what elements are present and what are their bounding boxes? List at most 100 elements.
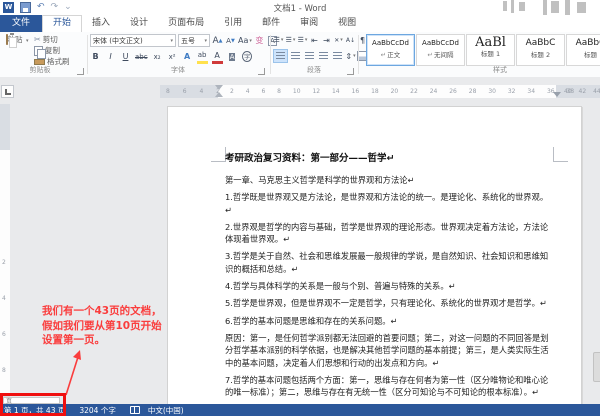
tab-home[interactable]: 开始 [42,15,82,32]
style-normal[interactable]: AaBbCcDd ↵正文 [366,34,415,66]
cut-label: 剪切 [43,34,58,45]
annotation-arrow [55,347,89,397]
style-heading1[interactable]: AaBl 标题 1 [466,34,515,66]
style-heading[interactable]: AaBbC 标题 [566,34,600,66]
document-page[interactable]: 考研政治复习资料：第一部分——哲学↵ 第一章、马克思主义哲学是科学的世界观和方法… [167,106,582,406]
vruler-number: 6 [2,331,6,338]
status-bar: 第 1 页，共 43 页 3204 个字 中文(中国) [0,404,600,416]
language-indicator[interactable]: 中文(中国) [148,405,184,416]
phonetic-guide-button[interactable]: 变 [254,35,265,47]
doc-paragraph[interactable]: 3.哲学是关于自然、社会和思维发展最一般规律的学说，是自然知识、社会知识和思维知… [225,250,549,275]
distribute-button[interactable] [331,50,344,62]
tab-design[interactable]: 设计 [120,15,158,32]
grow-font-button[interactable]: A▲ [212,35,223,47]
enclose-characters-button[interactable]: 字 [242,51,253,63]
ruler-left-numbers: 8 6 4 2 [166,88,220,95]
multilevel-list-button[interactable]: ☰▾ [297,34,308,46]
first-line-indent-marker[interactable] [215,85,223,90]
tab-review[interactable]: 审阅 [290,15,328,32]
font-dialog-launcher[interactable] [258,68,265,75]
style-sample: AaBbC [567,35,600,51]
right-indent-marker[interactable] [553,92,561,97]
italic-button[interactable]: I [105,51,116,63]
ribbon: 粘贴 ▾ ✂ 剪切 复制 格式刷 剪贴板 宋体 (中文正文) ▾ [0,32,600,78]
sort-button[interactable]: A↓ [345,34,356,46]
doc-paragraph[interactable]: 6.哲学的基本问题是思维和存在的关系问题。↵ [225,315,549,327]
justify-icon [319,52,328,60]
horizontal-ruler: 8 6 4 2 2 4 6 8 10 12 14 16 18 20 22 24 … [160,85,600,98]
doc-paragraph[interactable]: 原因：第一，是任何哲学派别都无法回避的首要问题；第二，对这一问题的不同回答是划分… [225,332,549,369]
style-sample: AaBbC [517,35,564,51]
vertical-ruler: 2 4 6 8 [0,104,10,404]
increase-indent-button[interactable]: ⇥ [321,34,332,46]
title-bar: W ↶ ↷ ⌄ 文档1 - Word [0,0,600,15]
document-area: 8 6 4 2 2 4 6 8 10 12 14 16 18 20 22 24 … [0,77,600,404]
tab-references[interactable]: 引用 [214,15,252,32]
font-name-chevron-down-icon: ▾ [170,38,173,44]
align-left-button[interactable] [273,49,288,63]
asian-layout-button[interactable]: ✕▾ [333,34,344,46]
numbering-button[interactable]: ☰▾ [285,34,296,46]
format-painter-icon [34,59,45,65]
scrollbar-thumb[interactable] [593,352,600,382]
annotation-line: 设置第一页。 [42,333,187,348]
doc-paragraph[interactable]: 7.哲学的基本问题包括两个方面：第一，思维与存在何者为第一性（区分唯物论和唯心论… [225,374,549,399]
bullets-button[interactable]: ☰▾ [273,34,284,46]
align-right-icon [305,52,314,60]
subscript-button[interactable]: x₂ [152,51,163,63]
doc-paragraph[interactable]: 2.世界观是哲学的内容与基础，哲学是世界观的理论形态。世界观决定着方法论，方法论… [225,221,549,246]
copy-icon [34,46,43,56]
paragraph-dialog-launcher[interactable] [347,68,354,75]
line-spacing-button[interactable]: ⇕▾ [345,50,356,62]
font-color-button[interactable]: A [212,49,223,64]
tab-mailings[interactable]: 邮件 [252,15,290,32]
paste-chevron-down-icon: ▾ [26,38,29,44]
align-center-button[interactable] [289,50,302,62]
highlight-color-button[interactable]: ab [197,49,208,64]
proofing-book-icon[interactable] [130,406,140,414]
paste-button[interactable]: 粘贴 ▾ [3,34,31,45]
change-case-button[interactable]: Aa▾ [238,35,252,47]
doc-heading[interactable]: 考研政治复习资料：第一部分——哲学↵ [225,152,549,165]
word-window: W ↶ ↷ ⌄ 文档1 - Word 文件 开始 插入 设计 页面布局 引用 邮… [0,0,600,416]
ruler-right-numbers: 40 42 44 [564,88,600,95]
tab-selector-button[interactable] [1,85,14,98]
font-name-value: 宋体 (中文正文) [93,36,143,46]
red-highlight-box [0,393,66,416]
font-name-combo[interactable]: 宋体 (中文正文) ▾ [90,34,176,47]
underline-button[interactable]: U [120,51,131,63]
tab-file[interactable]: 文件 [0,15,42,32]
ruler-main-numbers: 2 4 6 8 10 12 14 16 18 20 22 24 26 28 30… [230,88,574,95]
superscript-button[interactable]: x² [167,51,178,63]
text-effects-button[interactable]: A [182,51,193,63]
character-shading-button[interactable]: A [227,51,238,63]
tab-insert[interactable]: 插入 [82,15,120,32]
word-count[interactable]: 3204 个字 [79,405,115,416]
annotation-line: 我们有一个43页的文档， [42,304,187,319]
doc-paragraph[interactable]: 第一章、马克思主义哲学是科学的世界观和方法论↵ [225,174,549,186]
decrease-indent-button[interactable]: ⇤ [309,34,320,46]
style-no-spacing[interactable]: AaBbCcDd ↵无间隔 [416,34,465,66]
copy-button[interactable]: 复制 [34,45,70,56]
align-right-button[interactable] [303,50,316,62]
font-size-combo[interactable]: 五号 ▾ [178,34,210,47]
tab-page-layout[interactable]: 页面布局 [158,15,214,32]
annotation-line: 假如我们要从第10页开始 [42,319,187,334]
shrink-font-button[interactable]: A▼ [225,35,236,47]
doc-paragraph[interactable]: 4.哲学与具体科学的关系是一般与个别、普遍与特殊的关系。↵ [225,280,549,292]
justify-button[interactable] [317,50,330,62]
font-size-chevron-down-icon: ▾ [204,38,207,44]
style-heading2[interactable]: AaBbC 标题 2 [516,34,565,66]
hanging-indent-marker[interactable] [215,92,223,97]
strikethrough-button[interactable]: abc [135,51,148,63]
paste-clipboard-icon [6,34,8,45]
annotation-note: 我们有一个43页的文档， 假如我们要从第10页开始 设置第一页。 [42,304,187,348]
copy-label: 复制 [45,45,60,56]
document-text[interactable]: 考研政治复习资料：第一部分——哲学↵ 第一章、马克思主义哲学是科学的世界观和方法… [225,152,549,403]
clipboard-dialog-launcher[interactable] [77,68,84,75]
bold-button[interactable]: B [90,51,101,63]
tab-view[interactable]: 视图 [328,15,366,32]
cut-button[interactable]: ✂ 剪切 [34,34,70,45]
doc-paragraph[interactable]: 1.哲学既是世界观又是方法论，是世界观和方法论的统一。是理论化、系统化的世界观。… [225,191,549,216]
doc-paragraph[interactable]: 5.哲学是世界观，但是世界观不一定是哲学，只有理论化、系统化的世界观才是哲学。↵ [225,297,549,309]
